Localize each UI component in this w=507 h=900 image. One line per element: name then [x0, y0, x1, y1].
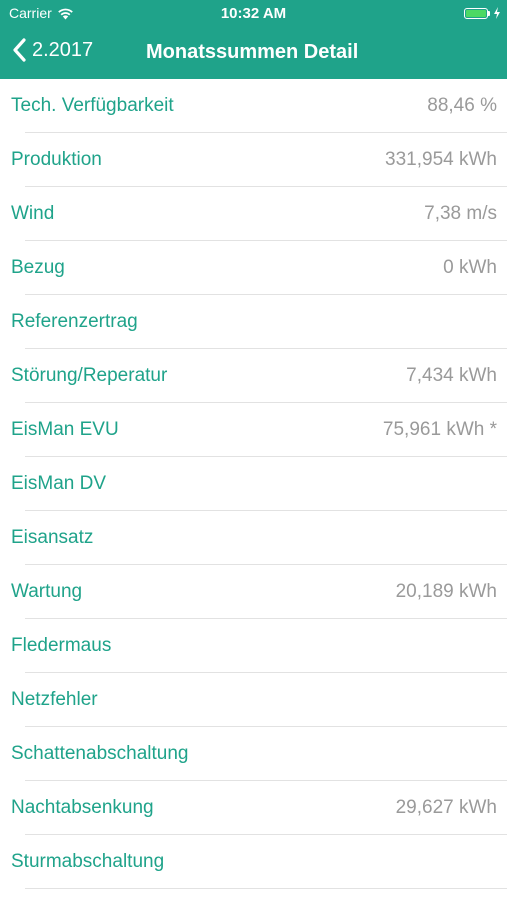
- row-label: Schattenabschaltung: [11, 743, 189, 764]
- list-row-wartung: Wartung 20,189 kWh: [0, 565, 507, 619]
- battery-tip: [488, 10, 490, 16]
- status-bar: Carrier 10:32 AM: [0, 0, 507, 28]
- row-label: EisMan DV: [11, 473, 107, 494]
- row-label: Tech. Verfügbarkeit: [11, 95, 174, 116]
- battery-level-fill: [466, 9, 486, 17]
- row-label: Fledermaus: [11, 635, 112, 656]
- status-time: 10:32 AM: [220, 5, 287, 22]
- list-row-eisman-dv: EisMan DV: [0, 457, 507, 511]
- app-header: Carrier 10:32 AM 2.2017 Monatssummen Det…: [0, 0, 507, 79]
- page-title: Monatssummen Detail: [146, 41, 359, 63]
- list-row-wind: Wind 7,38 m/s: [0, 187, 507, 241]
- list-row-sturmabschaltung: Sturmabschaltung: [0, 835, 507, 889]
- row-label: EisMan EVU: [11, 419, 119, 440]
- list-row-nachtabsenkung: Nachtabsenkung 29,627 kWh: [0, 781, 507, 835]
- row-label: Netzfehler: [11, 689, 98, 710]
- back-label: 2.2017: [32, 38, 94, 61]
- row-label: Wind: [11, 203, 55, 224]
- row-value: 88,46 %: [427, 95, 497, 116]
- row-label: Produktion: [11, 149, 102, 170]
- list-row-referenzertrag: Referenzertrag: [0, 295, 507, 349]
- back-button[interactable]: 2.2017: [12, 38, 93, 62]
- row-label: Wartung: [11, 581, 83, 602]
- detail-list: Tech. Verfügbarkeit 88,46 % Produktion 3…: [0, 79, 507, 889]
- battery-icon: [464, 7, 488, 19]
- list-row-eisansatz: Eisansatz: [0, 511, 507, 565]
- list-row-eisman-evu: EisMan EVU 75,961 kWh *: [0, 403, 507, 457]
- row-label: Bezug: [11, 257, 65, 278]
- row-label: Störung/Reperatur: [11, 365, 168, 386]
- list-row-tech-verfuegbarkeit: Tech. Verfügbarkeit 88,46 %: [0, 79, 507, 133]
- list-row-netzfehler: Netzfehler: [0, 673, 507, 727]
- row-label: Eisansatz: [11, 527, 94, 548]
- list-row-schattenabschaltung: Schattenabschaltung: [0, 727, 507, 781]
- row-value: 331,954 kWh: [385, 149, 497, 170]
- list-row-stoerung-reperatur: Störung/Reperatur 7,434 kWh: [0, 349, 507, 403]
- row-value: 7,434 kWh: [406, 365, 497, 386]
- row-value: 29,627 kWh: [395, 797, 497, 818]
- row-value: 75,961 kWh *: [382, 419, 497, 440]
- row-value: 20,189 kWh: [395, 581, 497, 602]
- navigation-bar: 2.2017 Monatssummen Detail: [0, 28, 507, 79]
- row-label: Sturmabschaltung: [11, 851, 165, 872]
- chevron-left-icon: [13, 38, 26, 62]
- list-row-bezug: Bezug 0 kWh: [0, 241, 507, 295]
- list-row-fledermaus: Fledermaus: [0, 619, 507, 673]
- row-value: 0 kWh: [443, 257, 497, 278]
- row-value: 7,38 m/s: [424, 203, 497, 224]
- row-label: Referenzertrag: [11, 311, 138, 332]
- charging-bolt-icon: [494, 7, 500, 19]
- row-label: Nachtabsenkung: [11, 797, 154, 818]
- battery-indicator: [464, 7, 501, 19]
- list-row-produktion: Produktion 331,954 kWh: [0, 133, 507, 187]
